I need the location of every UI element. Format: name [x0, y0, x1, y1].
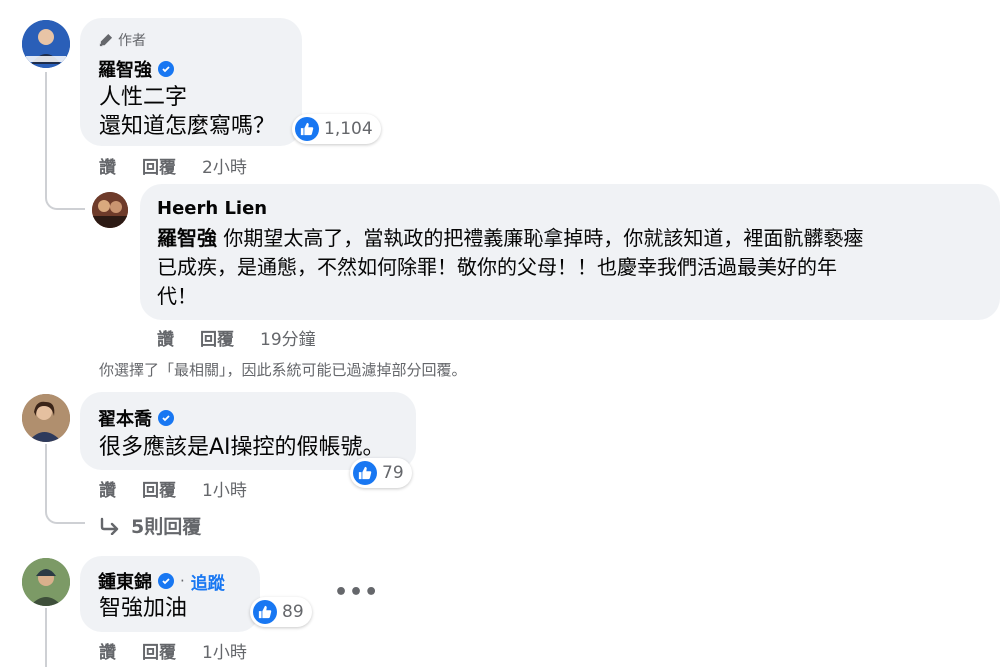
verified-badge-icon — [158, 573, 174, 589]
comment-text-line: 人性二字 — [99, 85, 188, 110]
author-name-text[interactable]: 鍾東錦 — [98, 568, 152, 594]
reply-button[interactable]: 回覆 — [142, 153, 176, 178]
person-avatar-icon — [22, 558, 70, 606]
comment-timestamp[interactable]: 1小時 — [202, 638, 247, 663]
reaction-summary[interactable]: 1,104 — [292, 114, 381, 144]
avatar[interactable] — [22, 394, 70, 442]
person-avatar-icon — [22, 394, 70, 442]
comment-actions: 讚 回覆 2小時 — [99, 153, 247, 178]
author-badge: 作者 — [98, 30, 146, 50]
comment-author-name[interactable]: 翟本喬 — [98, 405, 174, 431]
avatar[interactable] — [22, 20, 70, 68]
reply-text-line: 羅智強 你期望太高了，當執政的把禮義廉恥拿掉時，你就該知道，裡面骯髒褻瘞 — [157, 224, 863, 253]
comment-timestamp[interactable]: 1小時 — [202, 476, 247, 501]
verified-badge-icon — [158, 410, 174, 426]
like-button[interactable]: 讚 — [99, 638, 116, 663]
comment-author-name[interactable]: 鍾東錦 · 追蹤 — [98, 568, 225, 594]
reply-author-name-text[interactable]: Heerh Lien — [157, 198, 267, 219]
comment-actions: 讚 回覆 1小時 — [99, 476, 247, 501]
like-button[interactable]: 讚 — [99, 476, 116, 501]
person-avatar-icon — [22, 20, 70, 68]
reaction-count: 89 — [282, 602, 304, 622]
reaction-summary[interactable]: 79 — [350, 458, 412, 488]
verified-badge-icon — [158, 61, 174, 77]
comment-actions: 讚 回覆 1小時 — [99, 638, 247, 663]
more-options-button[interactable]: ••• — [334, 580, 379, 605]
avatar[interactable] — [92, 192, 128, 228]
separator-dot: · — [180, 572, 185, 590]
reply-author-name[interactable]: Heerh Lien — [157, 198, 267, 219]
like-reaction-icon — [295, 117, 319, 141]
microphone-icon — [99, 33, 113, 46]
mention-link[interactable]: 羅智強 — [157, 226, 217, 250]
reply-text-line: 代！ — [157, 284, 197, 308]
reply-text-segment: 你期望太高了，當執政的把禮義廉恥拿掉時，你就該知道，裡面骯髒褻瘞 — [217, 226, 864, 250]
follow-button[interactable]: 追蹤 — [191, 569, 225, 594]
thread-connector — [45, 180, 85, 210]
reply-text-line: 已成疾，是通態，不然如何除罪！敬你的父母！！也慶幸我們活過最美好的年 — [157, 255, 837, 279]
person-avatar-icon — [92, 192, 128, 228]
view-replies-link[interactable]: 5則回覆 — [99, 512, 201, 539]
like-reaction-icon — [353, 461, 377, 485]
filter-notice: 你選擇了「最相關」，因此系統可能已過濾掉部分回覆。 — [99, 361, 467, 379]
reply-arrow-icon — [100, 517, 119, 535]
comment-text-line: 很多應該是AI操控的假帳號。 — [99, 435, 385, 460]
avatar[interactable] — [22, 558, 70, 606]
reaction-count: 1,104 — [324, 119, 373, 139]
reply-timestamp[interactable]: 19分鐘 — [260, 325, 316, 350]
reply-actions: 讚 回覆 19分鐘 — [157, 325, 316, 350]
comments-section: 作者 羅智強 人性二字 還知道怎麼寫嗎？ 1,104 讚 回覆 2小時 Heer… — [0, 0, 1000, 667]
reaction-count: 79 — [382, 463, 404, 483]
comment-timestamp[interactable]: 2小時 — [202, 153, 247, 178]
comment-text-line: 智強加油 — [99, 596, 188, 621]
thread-line — [45, 72, 47, 192]
reply-button[interactable]: 回覆 — [142, 638, 176, 663]
comment-author-name[interactable]: 羅智強 — [98, 56, 174, 82]
author-name-text[interactable]: 羅智強 — [98, 56, 152, 82]
like-button[interactable]: 讚 — [99, 153, 116, 178]
author-name-text[interactable]: 翟本喬 — [98, 405, 152, 431]
like-button[interactable]: 讚 — [157, 325, 174, 350]
thread-line — [45, 608, 47, 667]
view-replies-label[interactable]: 5則回覆 — [131, 512, 201, 539]
like-reaction-icon — [253, 600, 277, 624]
thread-connector — [45, 494, 85, 524]
reply-button[interactable]: 回覆 — [200, 325, 234, 350]
comment-text-line: 還知道怎麼寫嗎？ — [99, 114, 276, 139]
author-badge-label: 作者 — [118, 33, 146, 49]
reply-button[interactable]: 回覆 — [142, 476, 176, 501]
reaction-summary[interactable]: 89 — [250, 597, 312, 627]
